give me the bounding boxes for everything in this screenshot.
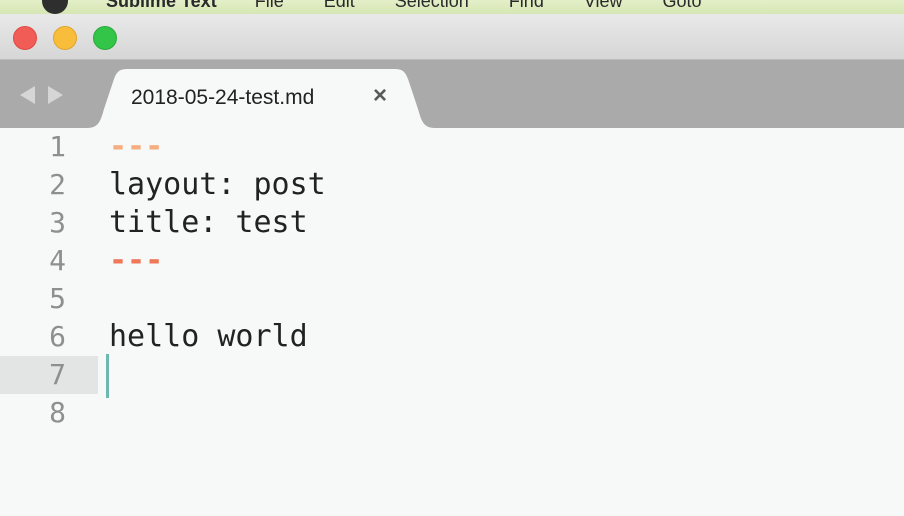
line-text: --- — [109, 243, 164, 278]
editor-line: 1 --- — [0, 128, 904, 166]
line-number: 8 — [49, 396, 66, 429]
menu-view[interactable]: View — [584, 0, 623, 12]
tab-title: 2018-05-24-test.md — [131, 86, 315, 109]
editor-line: 8 — [0, 394, 904, 432]
editor-line: 5 — [0, 280, 904, 318]
editor-line: 4 --- — [0, 242, 904, 280]
menu-goto[interactable]: Goto — [663, 0, 702, 12]
line-text: hello world — [109, 319, 308, 354]
line-number: 2 — [49, 168, 66, 201]
line-text: title: test — [109, 205, 308, 240]
window-titlebar — [0, 14, 904, 60]
line-number: 7 — [49, 358, 66, 391]
menu-file[interactable]: File — [255, 0, 284, 12]
window-close-button[interactable] — [13, 26, 37, 50]
window-minimize-button[interactable] — [53, 26, 77, 50]
line-number: 3 — [49, 206, 66, 239]
menu-selection[interactable]: Selection — [395, 0, 469, 12]
line-number: 4 — [49, 244, 66, 277]
nav-forward-icon[interactable] — [48, 86, 63, 104]
editor-line: 2 layout: post — [0, 166, 904, 204]
window-maximize-button[interactable] — [93, 26, 117, 50]
line-text: layout: post — [109, 167, 326, 202]
macos-menubar: Sublime Text File Edit Selection Find Vi… — [0, 0, 904, 14]
line-number: 5 — [49, 282, 66, 315]
text-cursor — [106, 354, 109, 398]
line-text: --- — [109, 129, 164, 164]
tab-active-file[interactable]: 2018-05-24-test.md × — [86, 69, 436, 128]
menu-find[interactable]: Find — [509, 0, 544, 12]
line-number: 6 — [49, 320, 66, 353]
tab-close-icon[interactable]: × — [368, 84, 392, 108]
nav-back-icon[interactable] — [20, 86, 35, 104]
apple-icon[interactable] — [42, 0, 68, 14]
editor-line-active: 7 — [0, 356, 904, 394]
line-number: 1 — [49, 130, 66, 163]
editor-line: 3 title: test — [0, 204, 904, 242]
tab-bar: 2018-05-24-test.md × — [0, 60, 904, 128]
menu-app-name[interactable]: Sublime Text — [106, 0, 217, 12]
editor-area[interactable]: 1 --- 2 layout: post 3 title: test 4 ---… — [0, 128, 904, 516]
editor-line: 6 hello world — [0, 318, 904, 356]
menu-edit[interactable]: Edit — [324, 0, 355, 12]
